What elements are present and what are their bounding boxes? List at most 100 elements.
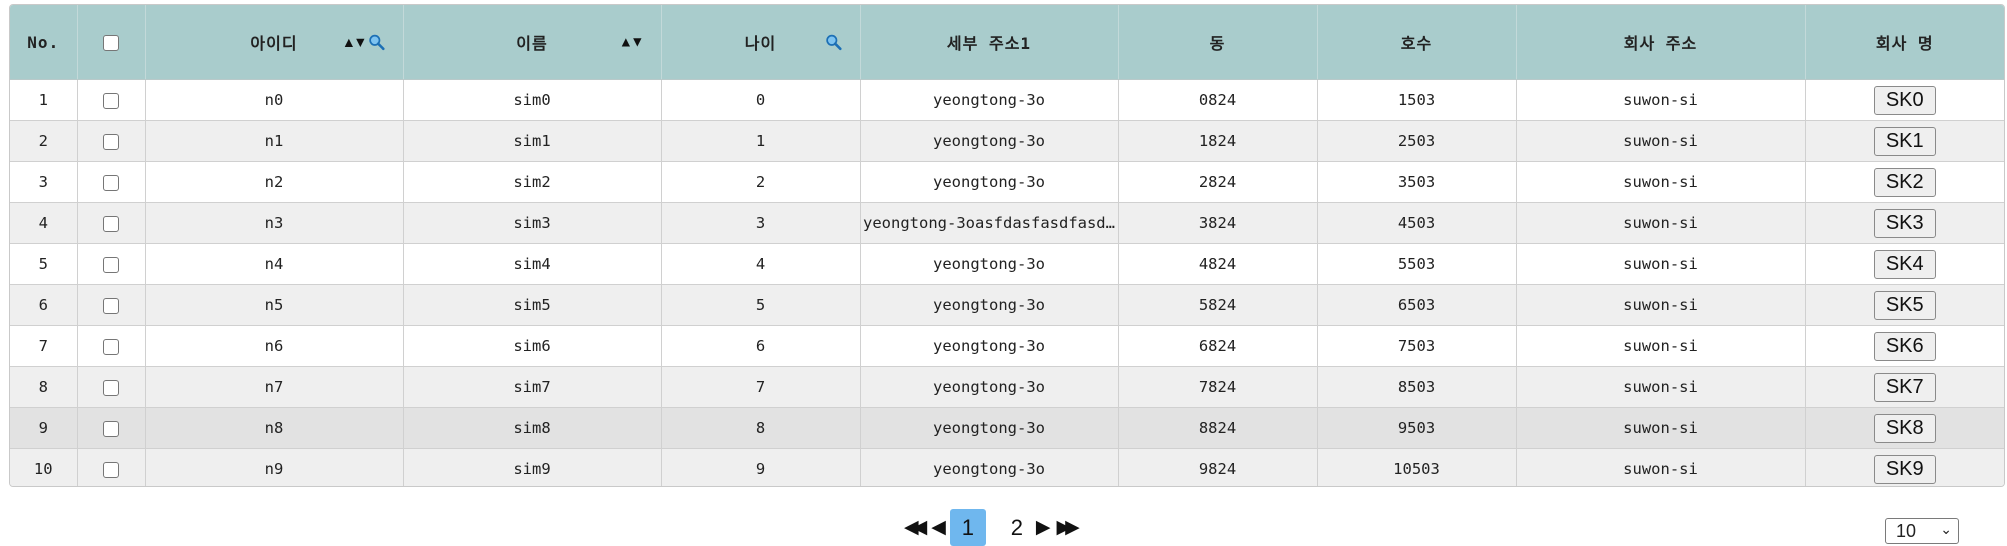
company-button[interactable]: SK4 (1873, 249, 1936, 279)
row-checkbox[interactable] (103, 297, 119, 314)
data-table: No. 아이디 ▲ ▼ 이름 ▲ ▼ 나이 세부 주소1 동 호수 회사 주소 … (10, 5, 2004, 486)
cell-name: sim4 (403, 243, 662, 285)
cell-no: 5 (10, 243, 78, 285)
company-button[interactable]: SK2 (1873, 167, 1936, 197)
cell-company-name: SK2 (1805, 161, 2004, 203)
cell-no: 2 (10, 120, 78, 162)
row-checkbox[interactable] (103, 133, 119, 150)
cell-ho: 2503 (1317, 120, 1517, 162)
row-checkbox[interactable] (103, 461, 119, 478)
cell-checkbox (77, 161, 146, 203)
col-header-tools: ▲ ▼ (345, 34, 385, 51)
company-button[interactable]: SK5 (1873, 290, 1936, 320)
cell-company-name: SK6 (1805, 325, 2004, 367)
cell-company-name: SK3 (1805, 202, 2004, 244)
cell-name: sim2 (403, 161, 662, 203)
next-page-icon[interactable]: ▶ (1036, 518, 1051, 537)
col-header-age[interactable]: 나이 (661, 5, 861, 80)
row-checkbox[interactable] (103, 420, 119, 437)
company-button[interactable]: SK9 (1873, 454, 1936, 484)
table-row[interactable]: 7 n6 sim6 6 yeongtong-3o 6824 7503 suwon-si SK6 (10, 325, 2004, 367)
cell-dong: 9824 (1118, 448, 1318, 486)
row-checkbox[interactable] (103, 215, 119, 232)
company-button[interactable]: SK0 (1873, 85, 1936, 115)
cell-name: sim5 (403, 284, 662, 326)
cell-id: n6 (145, 325, 404, 367)
company-button[interactable]: SK8 (1873, 413, 1936, 443)
sort-asc-icon[interactable]: ▲ (345, 35, 354, 49)
cell-company-name: SK4 (1805, 243, 2004, 285)
col-header-name[interactable]: 이름 ▲ ▼ (403, 5, 662, 80)
page-size-select[interactable]: 10 ⌄ (1885, 518, 1959, 544)
cell-id: n0 (145, 79, 404, 121)
cell-checkbox (77, 79, 146, 121)
cell-addr1: yeongtong-3o (860, 161, 1119, 203)
cell-checkbox (77, 284, 146, 326)
page-button-1[interactable]: 1 (949, 509, 986, 546)
cell-checkbox (77, 202, 146, 244)
col-header-dong: 동 (1118, 5, 1318, 80)
cell-company-name: SK9 (1805, 448, 2004, 486)
col-header-id[interactable]: 아이디 ▲ ▼ (145, 5, 404, 80)
chevron-down-icon: ⌄ (1940, 521, 1952, 537)
row-checkbox[interactable] (103, 338, 119, 355)
company-button[interactable]: SK1 (1873, 126, 1936, 156)
cell-company-addr: suwon-si (1516, 79, 1806, 121)
cell-addr1: yeongtong-3o (860, 243, 1119, 285)
sort-desc-icon[interactable]: ▼ (633, 35, 642, 49)
cell-company-addr: suwon-si (1516, 284, 1806, 326)
cell-no: 9 (10, 407, 78, 449)
cell-ho: 10503 (1317, 448, 1517, 486)
first-page-icon[interactable]: ◀◀ (904, 518, 927, 537)
select-all-checkbox[interactable] (103, 35, 119, 51)
table-row[interactable]: 9 n8 sim8 8 yeongtong-3o 8824 9503 suwon-si SK8 (10, 407, 2004, 449)
cell-dong: 5824 (1118, 284, 1318, 326)
cell-dong: 0824 (1118, 79, 1318, 121)
last-page-icon[interactable]: ▶▶ (1056, 518, 1079, 537)
pagination: ◀◀ ◀ 1 2 ▶ ▶▶ (904, 509, 1080, 546)
cell-id: n8 (145, 407, 404, 449)
cell-no: 7 (10, 325, 78, 367)
table-row[interactable]: 6 n5 sim5 5 yeongtong-3o 5824 6503 suwon-si SK5 (10, 284, 2004, 326)
cell-company-addr: suwon-si (1516, 202, 1806, 244)
row-checkbox[interactable] (103, 92, 119, 109)
cell-company-addr: suwon-si (1516, 243, 1806, 285)
search-icon[interactable] (368, 34, 385, 51)
cell-ho: 3503 (1317, 161, 1517, 203)
row-checkbox[interactable] (103, 174, 119, 191)
cell-name: sim7 (403, 366, 662, 408)
cell-age: 4 (661, 243, 861, 285)
cell-id: n3 (145, 202, 404, 244)
sort-asc-icon[interactable]: ▲ (622, 35, 631, 49)
page-button-2[interactable]: 2 (1006, 509, 1028, 546)
table-row[interactable]: 1 n0 sim0 0 yeongtong-3o 0824 1503 suwon-si SK0 (10, 79, 2004, 121)
sort-desc-icon[interactable]: ▼ (356, 35, 365, 49)
cell-no: 6 (10, 284, 78, 326)
cell-addr1: yeongtong-3oasfdasfasdfasd… (860, 202, 1119, 244)
cell-name: sim0 (403, 79, 662, 121)
company-button[interactable]: SK6 (1873, 331, 1936, 361)
search-icon[interactable] (825, 34, 842, 51)
cell-name: sim9 (403, 448, 662, 486)
col-header-label: 세부 주소1 (946, 34, 1032, 53)
col-header-label: 이름 (516, 34, 548, 53)
cell-checkbox (77, 448, 146, 486)
table-row[interactable]: 8 n7 sim7 7 yeongtong-3o 7824 8503 suwon-si SK7 (10, 366, 2004, 408)
row-checkbox[interactable] (103, 379, 119, 396)
prev-page-icon[interactable]: ◀ (931, 518, 946, 537)
cell-name: sim6 (403, 325, 662, 367)
table-row[interactable]: 2 n1 sim1 1 yeongtong-3o 1824 2503 suwon-si SK1 (10, 120, 2004, 162)
cell-age: 5 (661, 284, 861, 326)
cell-addr1: yeongtong-3o (860, 448, 1119, 486)
table-body: 1 n0 sim0 0 yeongtong-3o 0824 1503 suwon-si SK0 2… (10, 79, 2004, 486)
row-checkbox[interactable] (103, 256, 119, 273)
cell-id: n7 (145, 366, 404, 408)
cell-company-name: SK8 (1805, 407, 2004, 449)
company-button[interactable]: SK3 (1873, 208, 1936, 238)
cell-age: 1 (661, 120, 861, 162)
table-row[interactable]: 5 n4 sim4 4 yeongtong-3o 4824 5503 suwon-si SK4 (10, 243, 2004, 285)
table-row[interactable]: 10 n9 sim9 9 yeongtong-3o 9824 10503 suwon-si SK… (10, 448, 2004, 486)
table-row[interactable]: 3 n2 sim2 2 yeongtong-3o 2824 3503 suwon-si SK2 (10, 161, 2004, 203)
table-row[interactable]: 4 n3 sim3 3 yeongtong-3oasfdasfasdfasd… 3824 4… (10, 202, 2004, 244)
company-button[interactable]: SK7 (1873, 372, 1936, 402)
